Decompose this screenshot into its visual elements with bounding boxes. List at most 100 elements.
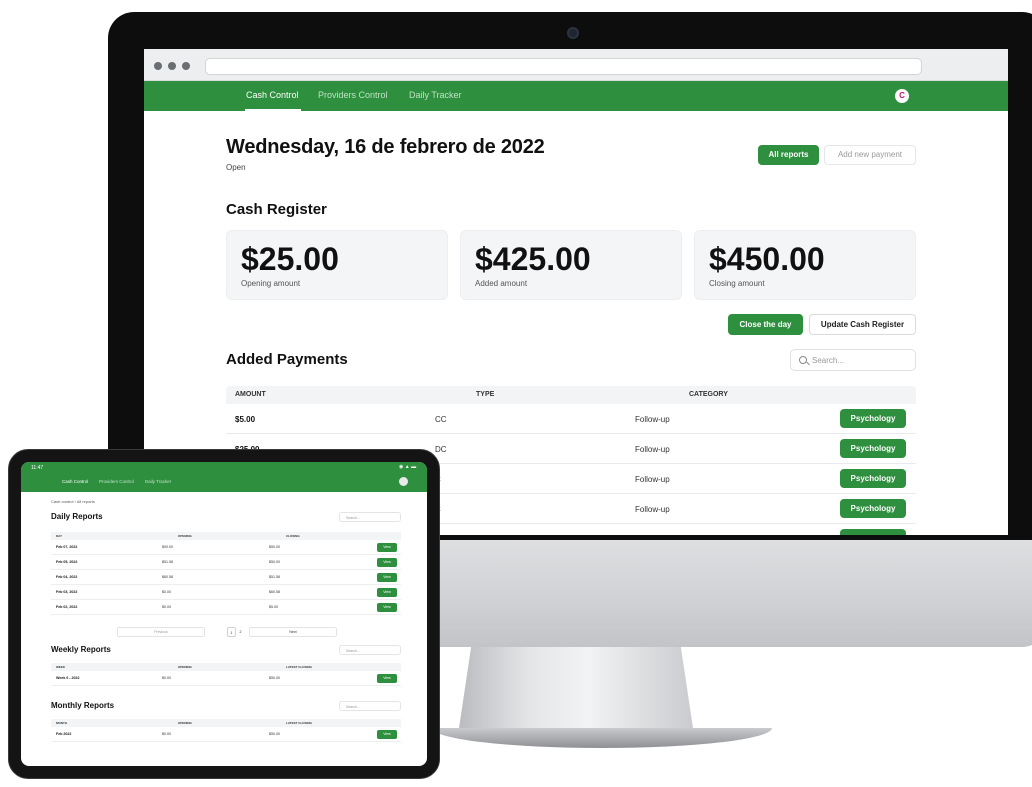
report-day: Feb 02, 2022 [56,605,78,609]
column-week: WEEK [56,665,65,669]
column-latest-closing: LATEST CLOSING [286,721,312,725]
psychology-button[interactable]: Psychology [840,409,906,428]
daily-reports-title: Daily Reports [51,512,103,521]
psychology-button[interactable] [840,529,906,535]
opening-amount-label: Opening amount [241,279,301,288]
table-row: Feb 07, 2022 $00.00 $50.00 View [51,540,401,555]
closing-amount-card: $450.00 Closing amount [694,230,916,300]
day-status: Open [226,163,246,172]
opening-amount-value: $25.00 [241,241,339,277]
pagination: Previous 1 2 Next [117,627,337,637]
payment-category: Follow-up [635,505,670,514]
table-row: Feb 02, 2022 $0.00 $5.00 View [51,600,401,615]
avatar[interactable]: C [895,89,909,103]
report-opening: $51.58 [162,560,173,564]
added-amount-value: $425.00 [475,241,591,277]
psychology-button[interactable]: Psychology [840,439,906,458]
cash-register-title: Cash Register [226,201,327,218]
table-row: Feb 03, 2022 $0.00 $60.58 View [51,585,401,600]
tab-daily-tracker[interactable]: Daily Tracker [145,479,171,484]
tab-cash-control[interactable]: Cash Control [246,90,299,100]
camera-icon [567,27,579,39]
avatar[interactable] [399,477,408,486]
window-maximize-dot[interactable] [182,62,190,70]
payment-category: Follow-up [635,415,670,424]
view-button[interactable]: View [377,573,397,582]
report-opening: $00.00 [162,545,173,549]
tab-cash-control[interactable]: Cash Control [62,479,88,484]
tablet-device: 11:47 ◉ ▲ ▬ Cash Control Providers Contr… [8,449,440,779]
breadcrumb[interactable]: Cash control › All reports [51,499,95,504]
table-row: Feb 2022 $0.00 $50.00 View [51,727,401,742]
tab-daily-tracker[interactable]: Daily Tracker [409,90,462,100]
column-category[interactable]: CATEGORY [689,391,728,398]
page-title: Wednesday, 16 de febrero de 2022 [226,136,545,158]
weekly-search-input[interactable]: Search... [339,645,401,655]
report-day: Feb 07, 2022 [56,545,78,549]
monthly-search-input[interactable]: Search... [339,701,401,711]
view-button[interactable]: View [377,730,397,739]
page-2-button[interactable]: 2 [236,627,245,637]
table-header: AMOUNT TYPE CATEGORY [226,386,916,404]
added-amount-card: $425.00 Added amount [460,230,682,300]
next-page-button[interactable]: Next [249,627,337,637]
table-row: Feb 05, 2022 $51.58 $50.00 View [51,555,401,570]
view-button[interactable]: View [377,558,397,567]
window-close-dot[interactable] [154,62,162,70]
address-bar[interactable] [205,58,922,75]
search-icon [799,356,807,364]
monthly-table-header: MONTH OPENING LATEST CLOSING [51,719,401,727]
update-cash-register-button[interactable]: Update Cash Register [809,314,916,335]
payment-type: CC [435,415,447,424]
status-icons: ◉ ▲ ▬ [399,464,417,470]
column-opening: OPENING [178,721,192,725]
column-closing: CLOSING [286,534,300,538]
payment-type: DC [435,445,447,454]
tablet-screen: 11:47 ◉ ▲ ▬ Cash Control Providers Contr… [21,462,427,766]
closing-amount-label: Closing amount [709,279,765,288]
psychology-button[interactable]: Psychology [840,469,906,488]
imac-stand-base [432,728,772,748]
closing-amount-value: $450.00 [709,241,825,277]
view-button[interactable]: View [377,674,397,683]
monthly-reports-title: Monthly Reports [51,701,115,710]
view-button[interactable]: View [377,588,397,597]
column-amount[interactable]: AMOUNT [235,391,266,398]
payments-search[interactable]: Search... [790,349,916,371]
report-closing: $51.58 [269,575,280,579]
report-month: Feb 2022 [56,732,72,736]
table-row: Week 6 - 2022 $0.00 $50.00 View [51,671,401,686]
report-opening: $0.00 [162,676,171,680]
column-opening: OPENING [178,665,192,669]
page-1-button[interactable]: 1 [227,627,236,637]
imac-stand [458,640,694,735]
tab-providers-control[interactable]: Providers Control [318,90,388,100]
payment-category: Follow-up [635,445,670,454]
payment-category: Follow-up [635,475,670,484]
report-week: Week 6 - 2022 [56,676,80,680]
previous-page-button[interactable]: Previous [117,627,205,637]
opening-amount-card: $25.00 Opening amount [226,230,448,300]
column-opening: OPENING [178,534,192,538]
report-closing: $50.00 [269,676,280,680]
column-day: DAY [56,534,63,538]
all-reports-button[interactable]: All reports [758,145,819,165]
device-mockup: Cash Control Providers Control Daily Tra… [0,0,1032,787]
active-tab-indicator [245,109,301,111]
report-day: Feb 05, 2022 [56,560,78,564]
psychology-button[interactable]: Psychology [840,499,906,518]
report-closing: $60.58 [269,590,280,594]
view-button[interactable]: View [377,543,397,552]
search-input[interactable]: Search... [812,356,844,365]
view-button[interactable]: View [377,603,397,612]
daily-search-input[interactable]: Search... [339,512,401,522]
report-opening: $0.00 [162,590,171,594]
top-nav: Cash Control Providers Control Daily Tra… [144,81,1008,111]
window-minimize-dot[interactable] [168,62,176,70]
report-opening: $0.00 [162,732,171,736]
close-day-button[interactable]: Close the day [728,314,803,335]
add-payment-button[interactable]: Add new payment [824,145,916,165]
column-type[interactable]: TYPE [476,391,494,398]
tab-providers-control[interactable]: Providers Control [99,479,134,484]
report-day: Feb 03, 2022 [56,590,78,594]
